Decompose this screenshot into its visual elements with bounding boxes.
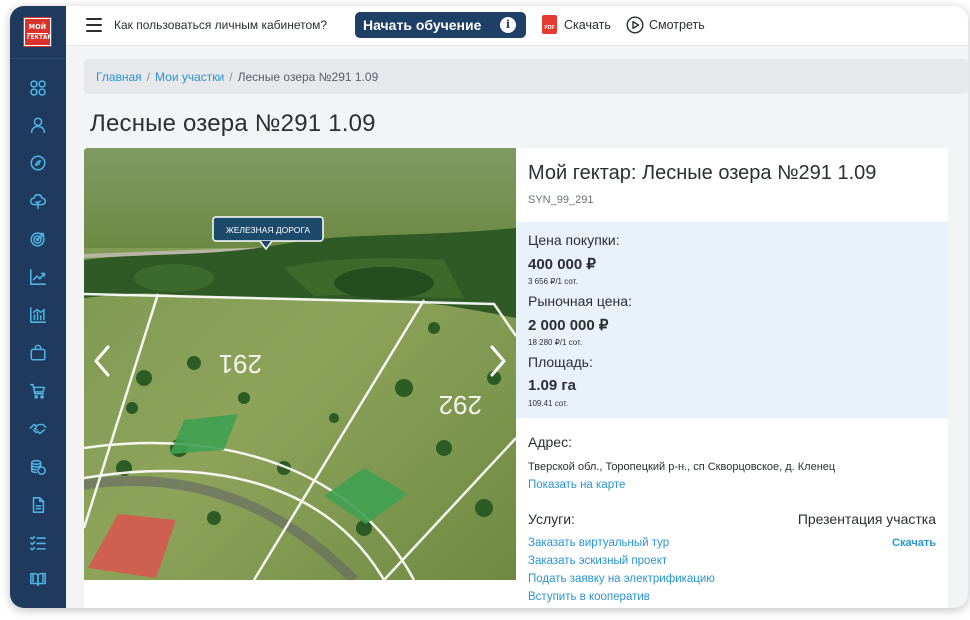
document-icon[interactable]	[28, 495, 48, 515]
app-window: МОЙ ГЕКТАР Как пользоваться личным кабин…	[10, 6, 968, 608]
line-chart-icon[interactable]	[28, 267, 48, 287]
logo-line1: МОЙ	[28, 23, 47, 31]
handshake-icon[interactable]	[28, 419, 48, 439]
logo[interactable]: МОЙ ГЕКТАР	[23, 17, 52, 47]
purchase-price-per-unit: 3 656 ₽/1 сот.	[528, 277, 578, 286]
plot-code: SYN_99_291	[528, 194, 594, 206]
show-on-map-link[interactable]: Показать на карте	[528, 479, 625, 491]
plot-card: 291 292 ЖЕЛЕЗНАЯ ДОРОГА Мой гектар: Лесн…	[84, 148, 948, 608]
market-price-per-unit: 18 280 ₽/1 сот.	[528, 338, 583, 347]
aerial-photo: 291 292 ЖЕЛЕЗНАЯ ДОРОГА	[84, 148, 516, 580]
breadcrumb-separator: /	[146, 70, 151, 84]
page-title: Лесные озера №291 1.09	[90, 110, 376, 137]
book-icon[interactable]	[28, 569, 48, 589]
purchase-price: 400 000 ₽	[528, 256, 596, 273]
start-tutorial-label: Начать обучение	[363, 17, 482, 33]
sidebar: МОЙ ГЕКТАР	[10, 6, 66, 608]
address-value: Тверской обл., Торопецкий р-н., сп Сквор…	[528, 461, 836, 473]
services-label: Услуги:	[528, 511, 575, 527]
download-link[interactable]: Скачать	[564, 18, 611, 32]
plot-number-a: 291	[219, 349, 262, 379]
menu-icon[interactable]	[86, 18, 102, 32]
purchase-price-label: Цена покупки:	[528, 232, 620, 248]
help-link[interactable]: Как пользоваться личным кабинетом?	[114, 18, 327, 32]
presentation-download-link[interactable]: Скачать	[892, 537, 936, 549]
prev-photo-icon[interactable]	[90, 343, 114, 379]
breadcrumb-home[interactable]: Главная	[96, 70, 142, 84]
breadcrumb-my-plots[interactable]: Мои участки	[155, 70, 224, 84]
service-virtual-tour-link[interactable]: Заказать виртуальный тур	[528, 537, 669, 549]
user-icon[interactable]	[28, 115, 48, 135]
watch-link[interactable]: Смотреть	[649, 18, 705, 32]
info-icon: i	[500, 17, 516, 33]
coins-icon[interactable]	[28, 457, 48, 477]
play-icon[interactable]	[626, 16, 644, 34]
plot-photo[interactable]: 291 292 ЖЕЛЕЗНАЯ ДОРОГА	[84, 148, 516, 580]
service-electrification-link[interactable]: Подать заявку на электрификацию	[528, 573, 715, 585]
service-sketch-project-link[interactable]: Заказать эскизный проект	[528, 555, 667, 567]
pdf-icon[interactable]: PDF	[542, 15, 557, 34]
logo-line2: ГЕКТАР	[27, 33, 52, 41]
checklist-icon[interactable]	[28, 533, 48, 553]
bag-icon[interactable]	[28, 343, 48, 363]
price-panel: Цена покупки: 400 000 ₽ 3 656 ₽/1 сот. Р…	[516, 222, 948, 418]
service-cooperative-link[interactable]: Вступить в кооператив	[528, 591, 650, 603]
breadcrumb-separator: /	[229, 70, 233, 84]
target-icon[interactable]	[28, 229, 48, 249]
cart-icon[interactable]	[28, 381, 48, 401]
start-tutorial-button[interactable]: Начать обучение i	[355, 12, 526, 38]
presentation-label: Презентация участка	[797, 511, 936, 527]
grid-icon[interactable]	[28, 78, 48, 98]
sidebar-divider	[10, 58, 66, 59]
breadcrumb-current: Лесные озера №291 1.09	[237, 70, 379, 84]
market-price: 2 000 000 ₽	[528, 317, 609, 334]
breadcrumb: Главная / Мои участки / Лесные озера №291 1.…	[84, 59, 968, 94]
tree-icon[interactable]	[28, 191, 48, 211]
plot-info: Мой гектар: Лесные озера №291 1.09 SYN_9…	[516, 148, 948, 608]
compass-icon[interactable]	[28, 153, 48, 173]
market-price-label: Рыночная цена:	[528, 293, 632, 309]
top-bar: Как пользоваться личным кабинетом? Начат…	[66, 6, 968, 46]
area-label: Площадь:	[528, 354, 593, 370]
railway-sign-label: ЖЕЛЕЗНАЯ ДОРОГА	[226, 225, 311, 235]
plot-title: Мой гектар: Лесные озера №291 1.09	[528, 162, 877, 184]
plot-number-b: 292	[439, 390, 482, 420]
area-value: 1.09 га	[528, 377, 576, 394]
area-sub: 109.41 сот.	[528, 399, 569, 408]
address-label: Адрес:	[528, 434, 572, 450]
bar-chart-icon[interactable]	[28, 305, 48, 325]
next-photo-icon[interactable]	[486, 343, 510, 379]
